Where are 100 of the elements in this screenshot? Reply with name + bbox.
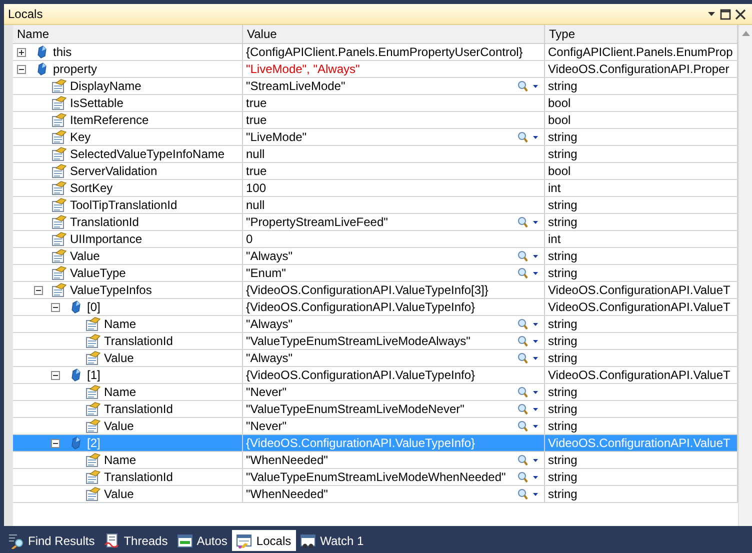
variable-type: string (548, 453, 578, 467)
variable-value: {VideoOS.ConfigurationAPI.ValueTypeInfo} (246, 436, 476, 450)
property-icon (51, 198, 67, 212)
visualizer-icon[interactable] (516, 80, 540, 92)
tool-tab[interactable]: Watch 1 (296, 530, 369, 551)
variable-value: 0 (246, 232, 254, 246)
tree-row[interactable]: [0] {VideoOS.ConfigurationAPI.ValueTypeInfo} VideoOS.ConfigurationAPI.ValueT (13, 299, 738, 316)
property-icon (51, 232, 67, 246)
tool-tab[interactable]: Find Results (4, 530, 100, 551)
tree-row[interactable]: ToolTipTranslationId null string (13, 197, 738, 214)
variable-name: SelectedValueTypeInfoName (70, 147, 225, 161)
property-icon (85, 402, 101, 416)
variable-name: TranslationId (104, 334, 173, 348)
visualizer-icon[interactable] (516, 250, 540, 262)
tree-row[interactable]: Name "Always" string (13, 316, 738, 333)
tool-tab[interactable]: Threads (100, 530, 173, 551)
property-icon (51, 283, 67, 297)
variable-type: VideoOS.ConfigurationAPI.ValueT (548, 300, 730, 314)
visualizer-icon[interactable] (516, 267, 540, 279)
property-icon (51, 130, 67, 144)
scroll-up-icon[interactable] (742, 31, 750, 36)
tree-row[interactable]: TranslationId "PropertyStreamLiveFeed" string (13, 214, 738, 231)
property-icon (51, 147, 67, 161)
visualizer-icon[interactable] (516, 352, 540, 364)
variable-type: VideoOS.ConfigurationAPI.Proper (548, 62, 730, 76)
tree-row[interactable]: Value "Always" string (13, 350, 738, 367)
variable-name: SortKey (70, 181, 113, 195)
dropdown-icon[interactable] (707, 11, 716, 17)
variable-name: property (53, 62, 98, 76)
property-icon (85, 385, 101, 399)
variable-name: [0] (87, 300, 100, 314)
variable-name: [2] (87, 436, 100, 450)
tree-row[interactable]: DisplayName "StreamLiveMode" string (13, 78, 738, 95)
tree-row[interactable]: Value "Always" string (13, 248, 738, 265)
variable-type: string (548, 198, 578, 212)
collapse-icon[interactable] (51, 370, 60, 380)
variable-value: "StreamLiveMode" (246, 79, 346, 93)
tree-row[interactable]: SortKey 100 int (13, 180, 738, 197)
visualizer-icon[interactable] (516, 216, 540, 228)
tree-row[interactable]: IsSettable true bool (13, 95, 738, 112)
tree-row[interactable]: Name "Never" string (13, 384, 738, 401)
tree-row[interactable]: TranslationId "ValueTypeEnumStreamLiveModeAlways" string (13, 333, 738, 350)
visualizer-icon[interactable] (516, 420, 540, 432)
collapse-icon[interactable] (17, 64, 26, 74)
variable-name: TranslationId (70, 215, 139, 229)
variable-type: string (548, 266, 578, 280)
visualizer-icon[interactable] (516, 488, 540, 500)
visualizer-icon[interactable] (516, 318, 540, 330)
tree-row[interactable]: Name "WhenNeeded" string (13, 452, 738, 469)
maximize-icon[interactable] (720, 8, 731, 20)
property-icon (51, 181, 67, 195)
property-icon (85, 470, 101, 484)
locals-icon (236, 532, 252, 548)
visualizer-icon[interactable] (516, 471, 540, 483)
close-icon[interactable] (735, 8, 746, 20)
tree-row[interactable]: ValueType "Enum" string (13, 265, 738, 282)
variable-value: "ValueTypeEnumStreamLiveModeNever" (246, 402, 466, 416)
visualizer-icon[interactable] (516, 131, 540, 143)
visualizer-icon[interactable] (516, 335, 540, 347)
tree-row[interactable]: property "LiveMode", "Always" VideoOS.ConfigurationAPI.Proper (13, 61, 738, 78)
variable-value: "ValueTypeEnumStreamLiveModeAlways" (246, 334, 472, 348)
collapse-icon[interactable] (34, 286, 43, 294)
variable-name: ToolTipTranslationId (70, 198, 178, 212)
collapse-icon[interactable] (51, 302, 60, 312)
tree-row[interactable]: ItemReference true bool (13, 112, 738, 129)
tree-row[interactable]: ServerValidation true bool (13, 163, 738, 180)
variable-type: string (548, 130, 578, 144)
column-header[interactable]: Value (243, 25, 545, 43)
variable-name: Name (104, 453, 136, 467)
tool-tab[interactable]: Autos (172, 530, 232, 551)
tree-row[interactable]: TranslationId "ValueTypeEnumStreamLiveModeWhenNeeded" string (13, 469, 738, 486)
variable-name: this (53, 45, 72, 59)
tree-row[interactable]: [1] {VideoOS.ConfigurationAPI.ValueTypeInfo} VideoOS.ConfigurationAPI.ValueT (13, 367, 738, 384)
tree-row[interactable]: TranslationId "ValueTypeEnumStreamLiveModeNever" string (13, 401, 738, 418)
scrollbar[interactable] (738, 25, 752, 526)
variable-type: int (548, 181, 561, 195)
variable-type: string (548, 402, 578, 416)
collapse-icon[interactable] (51, 438, 60, 448)
column-header[interactable]: Name (13, 25, 243, 43)
variable-value: "WhenNeeded" (246, 453, 329, 467)
tree-row[interactable]: SelectedValueTypeInfoName null string (13, 146, 738, 163)
visualizer-icon[interactable] (516, 386, 540, 398)
expand-icon[interactable] (17, 48, 26, 56)
tree-row[interactable]: this {ConfigAPIClient.Panels.EnumPropertyUserControl} ConfigAPIClient.Panels.EnumProp (13, 44, 738, 61)
variable-value: true (246, 164, 268, 178)
variable-name: Name (104, 317, 136, 331)
tool-tab[interactable]: Locals (232, 530, 296, 551)
variable-type: string (548, 147, 578, 161)
variable-name: ItemReference (70, 113, 149, 127)
tree-row[interactable]: UIImportance 0 int (13, 231, 738, 248)
variable-type: string (548, 385, 578, 399)
property-icon (85, 334, 101, 348)
variable-name: ValueTypeInfos (70, 283, 152, 297)
tree-row[interactable]: ValueTypeInfos {VideoOS.ConfigurationAPI.ValueTypeInfo[3]} VideoOS.ConfigurationAPI.ValueT (13, 282, 738, 299)
property-icon (85, 419, 101, 433)
tree-row[interactable]: Key "LiveMode" string (13, 129, 738, 146)
tree-row[interactable]: Value "WhenNeeded" string (13, 486, 738, 503)
visualizer-icon[interactable] (516, 403, 540, 415)
property-icon (51, 79, 67, 93)
visualizer-icon[interactable] (516, 454, 540, 466)
